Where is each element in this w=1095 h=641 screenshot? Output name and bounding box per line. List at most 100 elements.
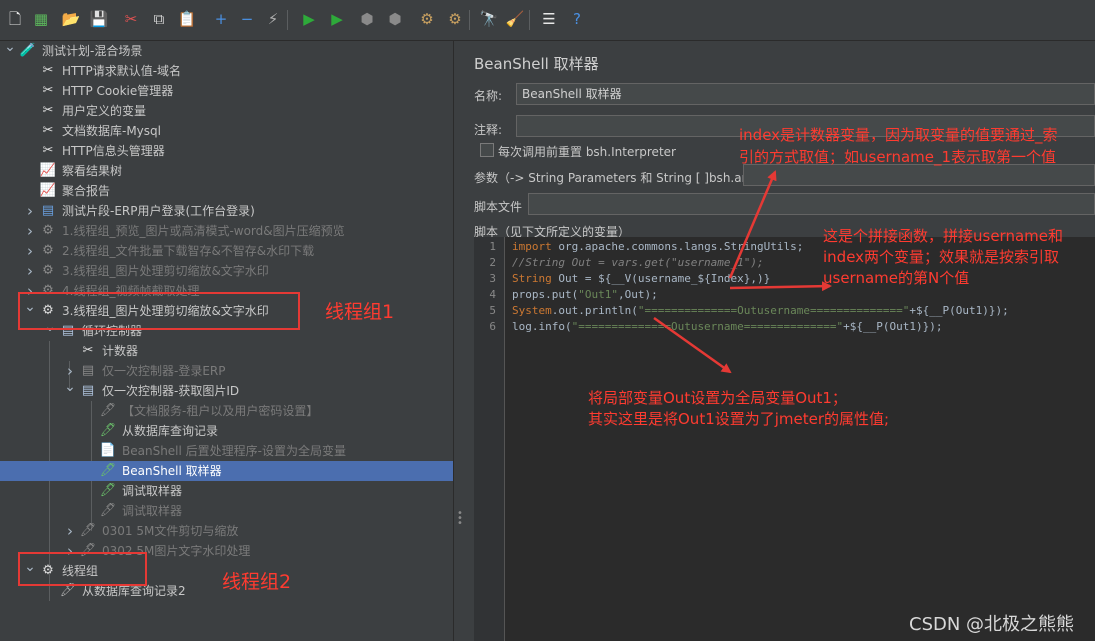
reset-search-icon[interactable]: 🧹 [504, 8, 526, 30]
new-icon[interactable]: 🗋 [4, 8, 26, 30]
script-file-label: 脚本文件 [474, 200, 523, 214]
code-token: props.put( [512, 288, 579, 301]
code-token: +${__P(Out1)}); [909, 304, 1009, 317]
reset-interpreter-checkbox[interactable] [480, 143, 494, 157]
code-line[interactable]: String Out = ${__V(username_${Index},)} [512, 271, 770, 287]
collapse-arrow-icon[interactable]: ⌄ [64, 377, 76, 397]
tree-node-label: 测试计划-混合场景 [42, 44, 143, 58]
function-helper-icon[interactable]: ☰ [538, 8, 560, 30]
toolbar-separator [287, 10, 288, 30]
code-token: +${__P(Out1)}); [843, 320, 943, 333]
clear-icon[interactable]: ⚙ [416, 8, 438, 30]
tree-test-plan[interactable]: ⌄ 🧪 测试计划-混合场景 [0, 41, 453, 61]
paste-icon[interactable]: 📋 [176, 8, 198, 30]
toolbar-separator [529, 10, 530, 30]
open-icon[interactable]: 📂 [60, 8, 82, 30]
templates-icon[interactable]: ▦ [30, 8, 52, 30]
tree-view-results[interactable]: 📈 察看结果树 [0, 161, 453, 181]
line-number: 6 [489, 320, 496, 333]
code-line[interactable]: //String Out = vars.get("username_1"); [512, 255, 764, 271]
code-line[interactable]: import org.apache.commons.langs.StringUt… [512, 239, 803, 255]
expand-arrow-icon[interactable]: › [24, 221, 36, 241]
tree-tg-3a[interactable]: › ⚙ 3.线程组_图片处理剪切缩放&文字水印 [0, 261, 453, 281]
toolbar: 🗋 ▦ 📂 💾 ✂ ⧉ 📋 + − ⚡ ▶ ▶ ⬢ ⬢ ⚙ ⚙ 🔭 🧹 ☰? [0, 0, 1095, 41]
line-number: 2 [489, 256, 496, 269]
toolbar-separator [469, 10, 470, 30]
toggle-icon[interactable]: ⚡ [262, 8, 284, 30]
line-number: 3 [489, 272, 496, 285]
tree-node-icon: ▤ [41, 203, 55, 218]
stop-icon[interactable]: ⬢ [356, 8, 378, 30]
start-icon[interactable]: ▶ [298, 8, 320, 30]
splitter-grip-icon: • • • [457, 508, 463, 529]
tree-beanshell-sampler[interactable]: 🖊 BeanShell 取样器 [0, 461, 453, 481]
tree-node-label: 【文档服务-租户以及用户密码设置】 [122, 404, 319, 418]
tree-node-icon: ▤ [81, 363, 95, 378]
tree-db-query[interactable]: 🖊 从数据库查询记录 [0, 421, 453, 441]
note-concat-line-3: username的第N个值 [823, 269, 970, 287]
start-no-pauses-icon[interactable]: ▶ [326, 8, 348, 30]
tree-node-label: 用户定义的变量 [62, 104, 147, 118]
search-icon[interactable]: 🔭 [478, 8, 500, 30]
code-token: .out.println( [551, 304, 638, 317]
tree-user-vars[interactable]: ✂ 用户定义的变量 [0, 101, 453, 121]
expand-arrow-icon[interactable]: › [24, 241, 36, 261]
tree-node-icon: 🧪 [19, 43, 37, 58]
tree-debug-sampler-1[interactable]: 🖊 调试取样器 [0, 481, 453, 501]
line-number: 4 [489, 288, 496, 301]
tree-cookie-manager[interactable]: ✂ HTTP Cookie管理器 [0, 81, 453, 101]
tree-node-label: 调试取样器 [122, 504, 183, 518]
expand-icon[interactable]: + [210, 8, 232, 30]
tree-beanshell-post[interactable]: 📄 BeanShell 后置处理程序-设置为全局变量 [0, 441, 453, 461]
cut-icon[interactable]: ✂ [120, 8, 142, 30]
tree-node-icon: 🖊 [79, 523, 97, 538]
tree-tg-1[interactable]: › ⚙ 1.线程组_预览_图片或高清模式-word&图片压缩预览 [0, 221, 453, 241]
script-editor[interactable]: 1 2 3 4 5 6 import org.apache.commons.langs.S… [474, 237, 1095, 641]
save-icon[interactable]: 💾 [88, 8, 110, 30]
tree-tg-2[interactable]: › ⚙ 2.线程组_文件批量下载智存&不智存&水印下载 [0, 241, 453, 261]
tree-aggregate-report[interactable]: 📈 聚合报告 [0, 181, 453, 201]
thread-group-1-label: 线程组1 [325, 301, 395, 323]
code-line[interactable]: log.info("==============Outusername=====… [512, 319, 942, 335]
note-index-line-2: 引的方式取值；如username_1表示取第一个值 [739, 148, 1057, 166]
collapse-icon[interactable]: − [236, 8, 258, 30]
name-field[interactable]: BeanShell 取样器 [516, 83, 1095, 105]
collapse-arrow-icon[interactable]: ⌄ [4, 41, 16, 57]
expand-arrow-icon[interactable]: › [24, 261, 36, 281]
tree-fragment-login[interactable]: › ▤ 测试片段-ERP用户登录(工作台登录) [0, 201, 453, 221]
code-token: "==============Outusername==============… [637, 304, 910, 317]
code-token: "==============Outusername==============… [571, 320, 844, 333]
copy-icon[interactable]: ⧉ [148, 8, 170, 30]
line-number: 1 [489, 240, 496, 253]
tree-mysql[interactable]: ✂ 文档数据库-Mysql [0, 121, 453, 141]
tree-node-icon: 🖊 [99, 483, 117, 498]
reset-interpreter-label: 每次调用前重置 bsh.Interpreter [498, 145, 676, 159]
shutdown-icon[interactable]: ⬢ [384, 8, 406, 30]
code-line[interactable]: props.put("Out1",Out); [512, 287, 658, 303]
tree-doc-service[interactable]: 🖊 【文档服务-租户以及用户密码设置】 [0, 401, 453, 421]
line-number: 5 [489, 304, 496, 317]
help-icon[interactable]: ? [566, 8, 588, 30]
tree-counter[interactable]: ✂ 计数器 [0, 341, 453, 361]
test-plan-tree[interactable]: ⌄ 🧪 测试计划-混合场景 ✂ HTTP请求默认值-域名 ✂ HTTP Cookie管理器 ✂… [0, 41, 453, 641]
tree-node-label: 调试取样器 [122, 484, 183, 498]
expand-arrow-icon[interactable]: › [64, 521, 76, 541]
tree-debug-sampler-2[interactable]: 🖊 调试取样器 [0, 501, 453, 521]
expand-arrow-icon[interactable]: › [24, 201, 36, 221]
tree-node-icon: ✂ [42, 143, 54, 158]
splitter[interactable]: • • • [453, 41, 466, 641]
watermark: CSDN @北极之熊熊 [909, 614, 1075, 635]
code-token: Out = ${__V(username_${Index},)} [551, 272, 771, 285]
tree-node-icon: 📄 [99, 443, 117, 458]
code-line[interactable]: System.out.println("==============Outuse… [512, 303, 1009, 319]
script-file-field[interactable] [528, 193, 1095, 215]
tree-node-label: 从数据库查询记录 [122, 424, 219, 438]
tree-http-defaults[interactable]: ✂ HTTP请求默认值-域名 [0, 61, 453, 81]
tree-once-get-id[interactable]: ⌄ ▤ 仅一次控制器-获取图片ID [0, 379, 453, 401]
tree-crop-scale[interactable]: › 🖊 0301 5M文件剪切与缩放 [0, 521, 453, 541]
tree-node-icon: ✂ [82, 343, 94, 358]
tree-node-label: 1.线程组_预览_图片或高清模式-word&图片压缩预览 [62, 224, 345, 238]
tree-header-manager[interactable]: ✂ HTTP信息头管理器 [0, 141, 453, 161]
clear-all-icon[interactable]: ⚙ [444, 8, 466, 30]
code-token: import [512, 240, 552, 253]
